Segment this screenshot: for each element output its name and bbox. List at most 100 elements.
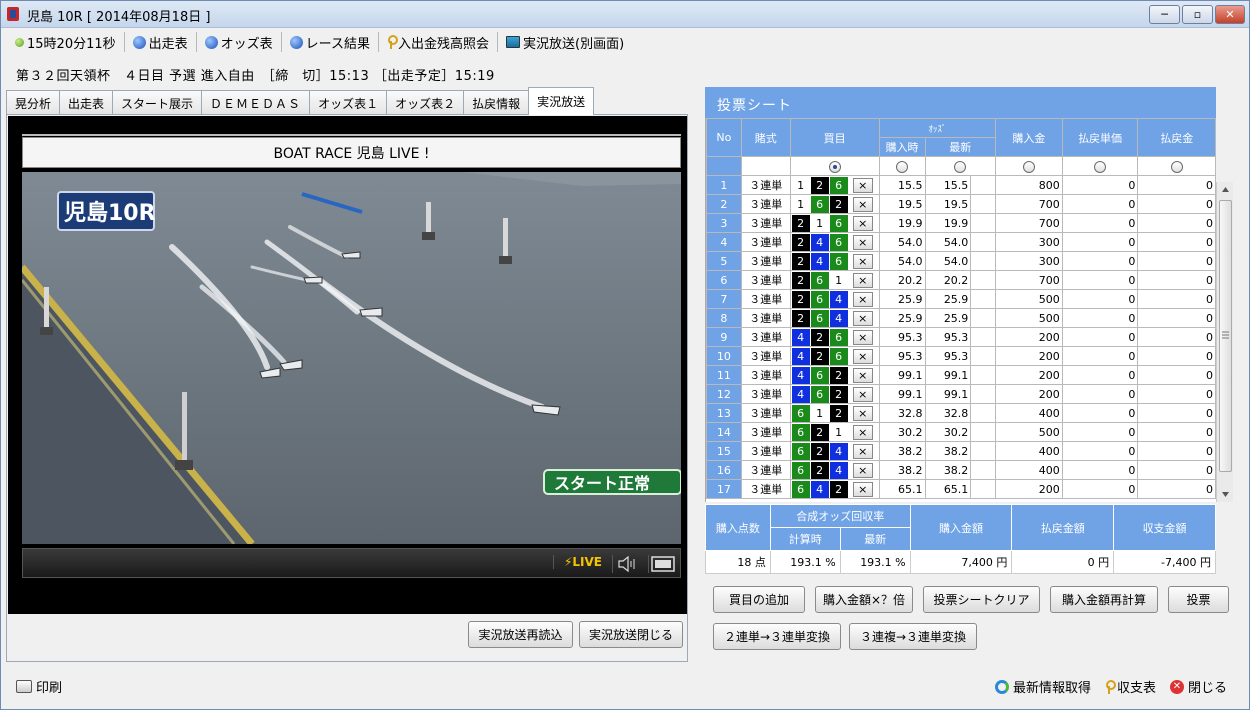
ticket-row[interactable]: 6 ３連単 2 6 1 × 20.2 20.2 700 0 0 (706, 270, 1216, 290)
remove-row-button[interactable]: × (852, 443, 873, 459)
ledger-link[interactable]: 収支表 (1105, 677, 1156, 696)
ticket-row[interactable]: 1 ３連単 1 2 6 × 15.5 15.5 800 0 0 (706, 175, 1216, 195)
row-amount[interactable]: 200 (995, 384, 1063, 404)
remove-row-button[interactable]: × (852, 253, 873, 269)
row-payout-unit: 0 (1061, 479, 1139, 499)
ticket-row[interactable]: 14 ３連単 6 2 1 × 30.2 30.2 500 0 0 (706, 422, 1216, 442)
remove-row-button[interactable]: × (852, 329, 873, 345)
print-link[interactable]: 印刷 (16, 677, 62, 696)
add-combo-button[interactable]: 買目の追加 (713, 586, 805, 613)
fullscreen-icon[interactable] (648, 555, 676, 573)
remove-row-button[interactable]: × (852, 462, 873, 478)
close-link[interactable]: ✕ 閉じる (1169, 677, 1227, 696)
refresh-link[interactable]: 最新情報取得 (994, 677, 1091, 696)
tab-entry-list[interactable]: 出走表 (59, 90, 114, 115)
sort-payout-radio[interactable] (1170, 160, 1183, 173)
toolbar-live-window[interactable]: 実況放送(別画面) (498, 32, 632, 52)
remove-row-button[interactable]: × (852, 348, 873, 364)
row-amount[interactable]: 200 (995, 479, 1063, 499)
tab-payout-info[interactable]: 払戻情報 (463, 90, 530, 115)
ticket-row[interactable]: 13 ３連単 6 1 2 × 32.8 32.8 400 0 0 (706, 403, 1216, 423)
row-amount[interactable]: 200 (995, 346, 1063, 366)
ticket-row[interactable]: 17 ３連単 6 4 2 × 65.1 65.1 200 0 0 (706, 479, 1216, 499)
ticket-row[interactable]: 10 ３連単 4 2 6 × 95.3 95.3 200 0 0 (706, 346, 1216, 366)
tab-analysis[interactable]: 晃分析 (6, 90, 61, 115)
ticket-row[interactable]: 12 ３連単 4 6 2 × 99.1 99.1 200 0 0 (706, 384, 1216, 404)
sort-amount-radio[interactable] (1022, 160, 1035, 173)
remove-row-button[interactable]: × (852, 405, 873, 421)
row-amount[interactable]: 700 (995, 213, 1063, 233)
col-odds-latest: 最新 (924, 137, 997, 157)
globe-icon (289, 35, 303, 49)
remove-row-button[interactable]: × (852, 177, 873, 193)
row-amount[interactable]: 300 (995, 232, 1063, 252)
close-window-button[interactable]: ✕ (1215, 5, 1245, 24)
reload-live-button[interactable]: 実況放送再読込 (468, 621, 573, 648)
toolbar-results[interactable]: レース結果 (282, 32, 380, 52)
row-amount[interactable]: 700 (995, 194, 1063, 214)
clear-ticket-button[interactable]: 投票シートクリア (923, 586, 1040, 613)
ticket-row[interactable]: 9 ３連単 4 2 6 × 95.3 95.3 200 0 0 (706, 327, 1216, 347)
row-amount[interactable]: 500 (995, 289, 1063, 309)
scroll-up-icon[interactable] (1222, 187, 1229, 192)
remove-row-button[interactable]: × (852, 424, 873, 440)
ticket-scrollbar[interactable] (1216, 182, 1233, 502)
ticket-row[interactable]: 15 ３連単 6 2 4 × 38.2 38.2 400 0 0 (706, 441, 1216, 461)
row-amount[interactable]: 400 (995, 441, 1063, 461)
boat-number: 1 (791, 195, 810, 213)
tab-start-exhibition[interactable]: スタート展示 (112, 90, 203, 115)
ticket-row[interactable]: 16 ３連単 6 2 4 × 38.2 38.2 400 0 0 (706, 460, 1216, 480)
remove-row-button[interactable]: × (852, 310, 873, 326)
multiply-amount-button[interactable]: 購入金額×？倍 (815, 586, 913, 613)
convert-3fuku-button[interactable]: ３連複→３連単変換 (849, 623, 977, 650)
row-amount[interactable]: 200 (995, 365, 1063, 385)
row-spacer (970, 441, 997, 461)
volume-icon[interactable] (612, 555, 640, 573)
row-amount[interactable]: 400 (995, 460, 1063, 480)
remove-row-button[interactable]: × (852, 367, 873, 383)
row-amount[interactable]: 700 (995, 270, 1063, 290)
row-amount[interactable]: 400 (995, 403, 1063, 423)
video-player[interactable]: BOAT RACE 児島 LIVE ! 児島10R スタート正常 ⚡LIVE (8, 116, 687, 614)
remove-row-button[interactable]: × (852, 234, 873, 250)
close-live-button[interactable]: 実況放送閉じる (579, 621, 683, 648)
ticket-row[interactable]: 2 ３連単 1 6 2 × 19.5 19.5 700 0 0 (706, 194, 1216, 214)
scroll-down-icon[interactable] (1222, 492, 1229, 497)
recalc-button[interactable]: 購入金額再計算 (1050, 586, 1158, 613)
row-amount[interactable]: 200 (995, 327, 1063, 347)
sort-odds-latest-radio[interactable] (954, 160, 967, 173)
tab-odds2[interactable]: オッズ表２ (386, 90, 465, 115)
sort-odds-at-radio[interactable] (896, 160, 909, 173)
row-spacer (970, 175, 997, 195)
toolbar-entry-list[interactable]: 出走表 (125, 32, 197, 52)
remove-row-button[interactable]: × (852, 386, 873, 402)
sort-unit-radio[interactable] (1094, 160, 1107, 173)
row-amount[interactable]: 300 (995, 251, 1063, 271)
row-amount[interactable]: 800 (995, 175, 1063, 195)
remove-row-button[interactable]: × (852, 272, 873, 288)
vote-button[interactable]: 投票 (1168, 586, 1229, 613)
remove-row-button[interactable]: × (852, 291, 873, 307)
row-amount[interactable]: 500 (995, 308, 1063, 328)
ticket-row[interactable]: 11 ３連単 4 6 2 × 99.1 99.1 200 0 0 (706, 365, 1216, 385)
ticket-row[interactable]: 8 ３連単 2 6 4 × 25.9 25.9 500 0 0 (706, 308, 1216, 328)
printer-icon (16, 680, 32, 693)
remove-row-button[interactable]: × (852, 196, 873, 212)
convert-2tan-button[interactable]: ２連単→３連単変換 (713, 623, 841, 650)
sort-combo-radio[interactable] (828, 160, 841, 173)
tab-odds1[interactable]: オッズ表１ (309, 90, 388, 115)
ticket-row[interactable]: 3 ３連単 2 1 6 × 19.9 19.9 700 0 0 (706, 213, 1216, 233)
ticket-row[interactable]: 4 ３連単 2 4 6 × 54.0 54.0 300 0 0 (706, 232, 1216, 252)
row-amount[interactable]: 500 (995, 422, 1063, 442)
toolbar-odds[interactable]: オッズ表 (197, 32, 282, 52)
ticket-row[interactable]: 5 ３連単 2 4 6 × 54.0 54.0 300 0 0 (706, 251, 1216, 271)
ticket-row[interactable]: 7 ３連単 2 6 4 × 25.9 25.9 500 0 0 (706, 289, 1216, 309)
tab-demedas[interactable]: ＤＥＭＥＤＡＳ (201, 90, 311, 115)
remove-row-button[interactable]: × (852, 215, 873, 231)
maximize-button[interactable]: ▫ (1182, 5, 1213, 24)
boat-number: 2 (791, 271, 810, 289)
remove-row-button[interactable]: × (852, 481, 873, 497)
tab-live[interactable]: 実況放送 (528, 87, 595, 115)
toolbar-balance[interactable]: 入出金残高照会 (379, 32, 499, 52)
minimize-button[interactable]: ─ (1149, 5, 1180, 24)
